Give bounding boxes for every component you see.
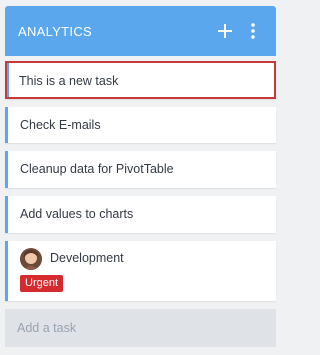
plus-icon[interactable] xyxy=(214,20,236,42)
add-task-input[interactable]: Add a task xyxy=(5,309,276,347)
task-card-development[interactable]: Development Urgent xyxy=(5,241,276,301)
column-title: ANALYTICS xyxy=(18,23,92,39)
task-text: Cleanup data for PivotTable xyxy=(20,162,174,176)
kanban-column: ANALYTICS This is a new task Check E-mai… xyxy=(5,6,276,347)
task-card[interactable]: Cleanup data for PivotTable xyxy=(5,151,276,188)
task-text: This is a new task xyxy=(19,74,119,88)
task-card[interactable]: Add values to charts xyxy=(5,196,276,233)
column-header: ANALYTICS xyxy=(5,6,276,56)
task-card[interactable]: Check E-mails xyxy=(5,107,276,143)
task-card-selected[interactable]: This is a new task xyxy=(5,61,276,99)
avatar xyxy=(20,248,42,270)
task-text: Add values to charts xyxy=(20,207,134,221)
task-text: Check E-mails xyxy=(20,118,101,132)
urgent-badge: Urgent xyxy=(20,275,64,292)
vertical-dots-icon[interactable] xyxy=(242,20,264,42)
task-text: Development xyxy=(50,251,124,265)
add-task-placeholder: Add a task xyxy=(17,321,77,335)
